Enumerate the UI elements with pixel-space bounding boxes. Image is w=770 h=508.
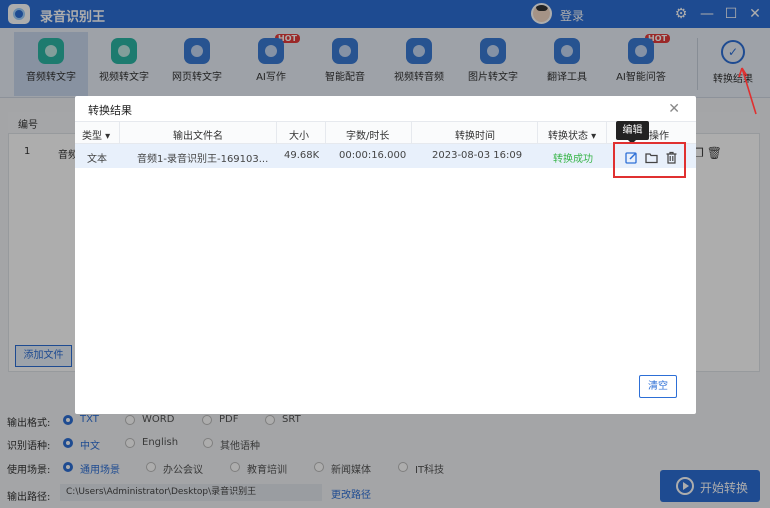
- col-divider: [325, 122, 326, 145]
- dialog-title: 转换结果: [88, 104, 132, 117]
- col-divider: [537, 122, 538, 145]
- col-time: 转换时间: [455, 131, 495, 142]
- cell-type: 文本: [87, 154, 107, 165]
- col-divider: [119, 122, 120, 145]
- col-divider: [606, 122, 607, 145]
- dialog-close-icon[interactable]: ✕: [668, 101, 680, 117]
- cell-duration: 00:00:16.000: [339, 150, 407, 161]
- cell-size: 49.68K: [284, 150, 320, 161]
- col-status-label: 转换状态: [548, 131, 588, 142]
- col-divider: [276, 122, 277, 145]
- cell-status: 转换成功: [553, 154, 593, 165]
- col-filename: 输出文件名: [173, 131, 223, 142]
- edit-tooltip: 编辑: [616, 121, 649, 144]
- conversion-results-dialog: 转换结果 ✕ 类型 ▾ 输出文件名 大小 字数/时长 转换时间 转换状态 ▾ 操…: [75, 96, 696, 414]
- col-ops: 操作: [649, 131, 669, 142]
- annotation-arrow: [738, 67, 757, 115]
- result-row[interactable]: 文本 音频1-录音识别王-169103... 49.68K 00:00:16.0…: [75, 144, 696, 168]
- results-table-header: 类型 ▾ 输出文件名 大小 字数/时长 转换时间 转换状态 ▾ 操作: [75, 121, 696, 145]
- col-divider: [411, 122, 412, 145]
- cell-filename: 音频1-录音识别王-169103...: [137, 154, 269, 165]
- cell-time: 2023-08-03 16:09: [432, 150, 523, 161]
- clear-button[interactable]: 清空: [639, 375, 677, 398]
- col-status[interactable]: 转换状态 ▾: [548, 127, 596, 142]
- col-size: 大小: [289, 131, 309, 142]
- col-duration: 字数/时长: [346, 131, 390, 142]
- col-type[interactable]: 类型 ▾: [82, 127, 110, 142]
- col-type-label: 类型: [82, 131, 102, 142]
- highlight-box: [613, 142, 686, 178]
